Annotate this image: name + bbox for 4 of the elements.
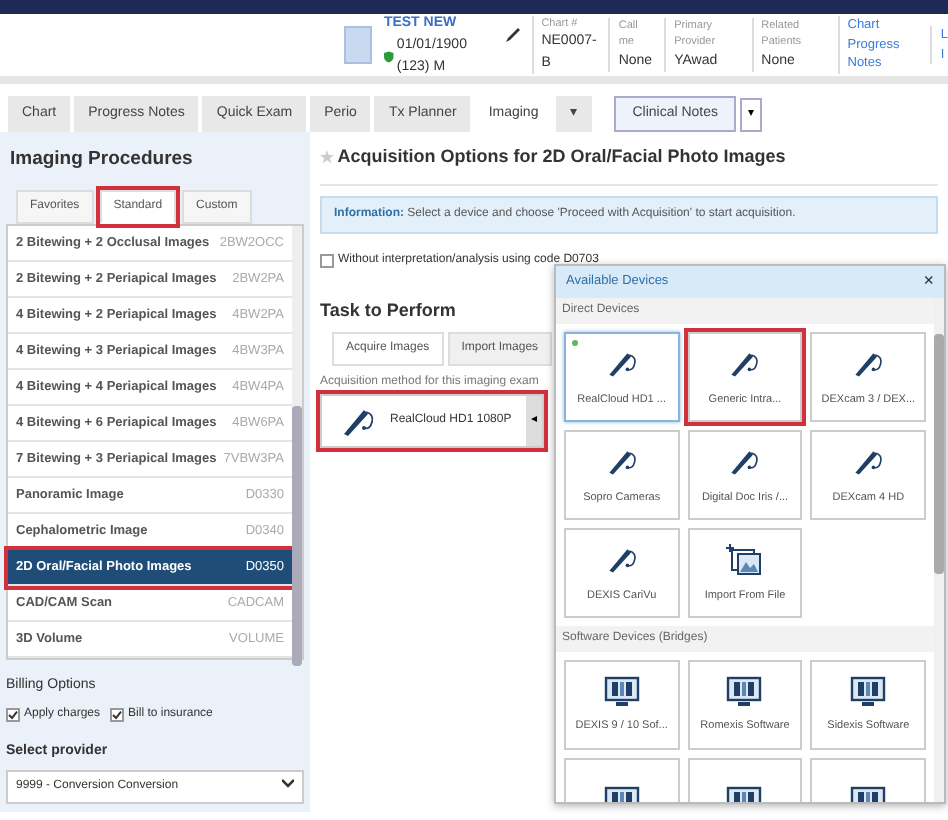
panel-title: Imaging Procedures [8,146,195,174]
page-title: Acquisition Options for 2D Oral/Facial Photo Images [337,144,786,170]
close-button[interactable]: × [923,272,934,292]
section-title: Task to Perform [320,297,456,323]
